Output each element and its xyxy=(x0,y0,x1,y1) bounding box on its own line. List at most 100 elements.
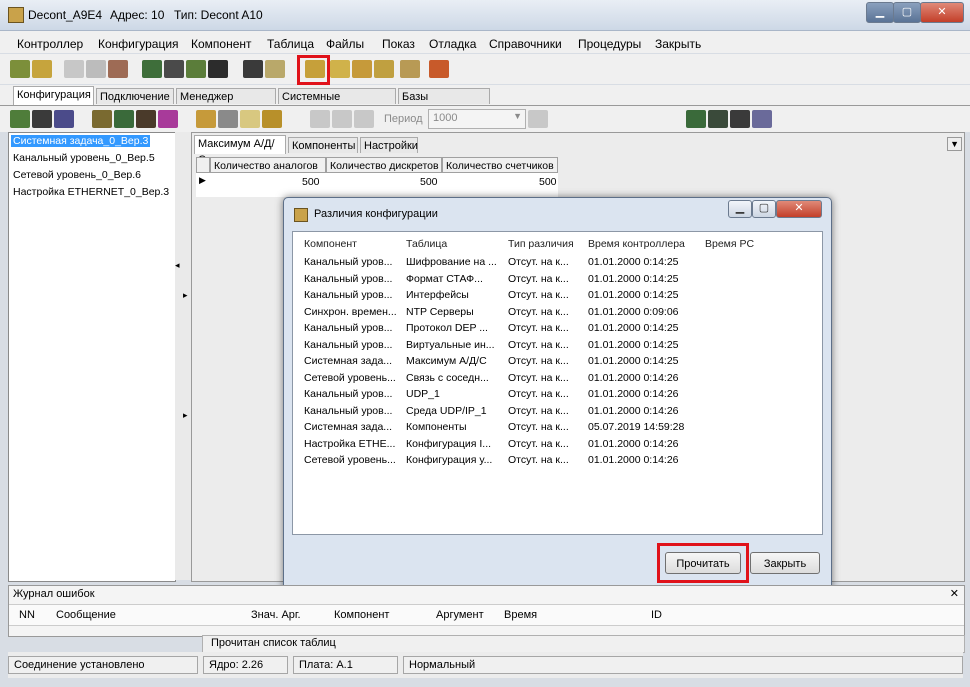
tab-system-parameters[interactable]: Системные параметры xyxy=(278,88,396,119)
open-icon[interactable] xyxy=(10,60,30,78)
column-header[interactable]: Время контроллера xyxy=(588,238,685,250)
diff-row[interactable]: Канальный уров... Формат СТАФ... Отсут. на… xyxy=(293,271,822,287)
diff-row[interactable]: Канальный уров... Интерфейсы Отсут. на к..… xyxy=(293,287,822,303)
subtab-settings[interactable]: Настройки xyxy=(360,137,418,153)
maximize-button[interactable]: ▢ xyxy=(893,2,921,23)
grid-cell[interactable]: 500 xyxy=(539,176,557,188)
square-icon[interactable] xyxy=(54,110,74,128)
diff-row[interactable]: Настройка ETHE... Конфигурация I... Отсут.… xyxy=(293,436,822,452)
diff-row[interactable]: Канальный уров... UDP_1 Отсут. на к... 01.0… xyxy=(293,386,822,402)
tab-configuration[interactable]: Конфигурация xyxy=(13,86,94,105)
document-icon[interactable] xyxy=(265,60,285,78)
export-icon[interactable] xyxy=(330,60,350,78)
chevron-right-icon[interactable]: ▸ xyxy=(183,290,188,301)
menu-debug[interactable]: Отладка xyxy=(429,37,476,51)
column-header[interactable]: Время xyxy=(504,609,537,621)
grid-header[interactable]: Количество аналогов xyxy=(210,157,326,173)
grid-cell[interactable]: 500 xyxy=(302,176,320,188)
menu-component[interactable]: Компонент xyxy=(191,37,252,51)
delete-icon[interactable] xyxy=(108,60,128,78)
pencil-icon[interactable] xyxy=(136,110,156,128)
diff-row[interactable]: Сетевой уровень... Связь с соседн... Отсут… xyxy=(293,370,822,386)
column-header[interactable]: Компонент xyxy=(334,609,389,621)
grid-header[interactable]: Количество счетчиков xyxy=(442,157,558,173)
diff-row[interactable]: Канальный уров... Виртуальные ин... Отсут.… xyxy=(293,337,822,353)
grid-header[interactable]: Количество дискретов xyxy=(326,157,442,173)
tree-item-system-task[interactable]: Системная задача_0_Вер.3 xyxy=(11,135,151,147)
tree-item-channel-level[interactable]: Канальный уровень_0_Вер.5 xyxy=(13,152,155,164)
list-icon[interactable] xyxy=(218,110,238,128)
column-header[interactable]: Тип различия xyxy=(508,238,574,250)
paste-icon[interactable] xyxy=(86,60,106,78)
close-window-button[interactable]: ✕ xyxy=(920,2,964,23)
read-button[interactable]: Прочитать xyxy=(665,552,741,574)
apply-icon[interactable] xyxy=(528,110,548,128)
menu-controller[interactable]: Контроллер xyxy=(17,37,83,51)
column-header[interactable]: Компонент xyxy=(304,238,357,250)
search-icon[interactable] xyxy=(186,60,206,78)
subtab-components[interactable]: Компоненты xyxy=(288,137,358,153)
transfer-icon[interactable] xyxy=(708,110,728,128)
table-add-icon[interactable] xyxy=(92,110,112,128)
column-header[interactable]: NN xyxy=(19,609,35,621)
diff-row[interactable]: Системная зада... Компоненты Отсут. на к..… xyxy=(293,419,822,435)
menu-files[interactable]: Файлы xyxy=(326,37,364,51)
column-header[interactable]: Сообщение xyxy=(56,609,116,621)
tab-file-manager[interactable]: Менеджер файлов xyxy=(176,88,276,119)
minimize-button[interactable]: ▁ xyxy=(866,2,894,23)
dropdown-icon[interactable]: ▼ xyxy=(947,137,962,151)
diff-row[interactable]: Канальный уров... Протокол DEP ... Отсут. … xyxy=(293,320,822,336)
column-header[interactable]: Таблица xyxy=(406,238,447,250)
save-icon[interactable] xyxy=(32,60,52,78)
tab-connection[interactable]: Подключение xyxy=(96,88,174,104)
stop-icon[interactable] xyxy=(262,110,282,128)
timer-icon[interactable] xyxy=(354,110,374,128)
play-icon[interactable] xyxy=(158,110,178,128)
panel-splitter[interactable]: ◂ ▸ ▸ xyxy=(175,132,191,580)
connect-icon[interactable] xyxy=(142,60,162,78)
printer-icon[interactable] xyxy=(730,110,750,128)
edit-icon[interactable] xyxy=(400,60,420,78)
column-header[interactable]: ID xyxy=(651,609,662,621)
menu-configuration[interactable]: Конфигурация xyxy=(98,37,179,51)
chart-icon[interactable] xyxy=(752,110,772,128)
column-header[interactable]: Аргумент xyxy=(436,609,484,621)
close-icon[interactable]: ✕ xyxy=(950,587,959,600)
grid-icon[interactable] xyxy=(310,110,330,128)
table-icon[interactable] xyxy=(243,60,263,78)
print-icon[interactable] xyxy=(164,60,184,78)
component-icon[interactable] xyxy=(196,110,216,128)
grid-cell[interactable]: 500 xyxy=(420,176,438,188)
arrow-icon[interactable] xyxy=(240,110,260,128)
copy-icon[interactable] xyxy=(64,60,84,78)
dialog-close-button[interactable]: ✕ xyxy=(776,200,822,218)
tools-icon[interactable] xyxy=(429,60,449,78)
menu-table[interactable]: Таблица xyxy=(267,37,314,51)
diff-row[interactable]: Синхрон. времен... NTP Серверы Отсут. на к… xyxy=(293,304,822,320)
sync-icon[interactable] xyxy=(374,60,394,78)
column-header[interactable]: Знач. Арг. xyxy=(251,609,301,621)
diff-row[interactable]: Канальный уров... Среда UDP/IP_1 Отсут. на… xyxy=(293,403,822,419)
network-icon[interactable] xyxy=(686,110,706,128)
pen-icon[interactable] xyxy=(10,110,30,128)
tree-item-network-level[interactable]: Сетевой уровень_0_Вер.6 xyxy=(13,169,141,181)
dialog-minimize-button[interactable]: ▁ xyxy=(728,200,752,218)
minus-icon[interactable] xyxy=(32,110,52,128)
dialog-maximize-button[interactable]: ▢ xyxy=(752,200,776,218)
menu-show[interactable]: Показ xyxy=(382,37,415,51)
import-icon[interactable] xyxy=(352,60,372,78)
grid2-icon[interactable] xyxy=(332,110,352,128)
menu-references[interactable]: Справочники xyxy=(489,37,562,51)
monitor-icon[interactable] xyxy=(208,60,228,78)
chevron-right-icon[interactable]: ▸ xyxy=(183,410,188,421)
chevron-left-icon[interactable]: ◂ xyxy=(175,260,180,271)
close-button[interactable]: Закрыть xyxy=(750,552,820,574)
column-header[interactable]: Время PC xyxy=(705,238,754,250)
tab-parameter-bases[interactable]: Базы параметров xyxy=(398,88,490,119)
menu-procedures[interactable]: Процедуры xyxy=(578,37,641,51)
period-select[interactable]: 1000 ▼ xyxy=(428,109,526,129)
diff-row[interactable]: Системная зада... Максимум А/Д/С Отсут. на… xyxy=(293,353,822,369)
table-edit-icon[interactable] xyxy=(114,110,134,128)
subtab-maximum[interactable]: Максимум А/Д/С xyxy=(194,135,286,166)
menu-close[interactable]: Закрыть xyxy=(655,37,701,51)
